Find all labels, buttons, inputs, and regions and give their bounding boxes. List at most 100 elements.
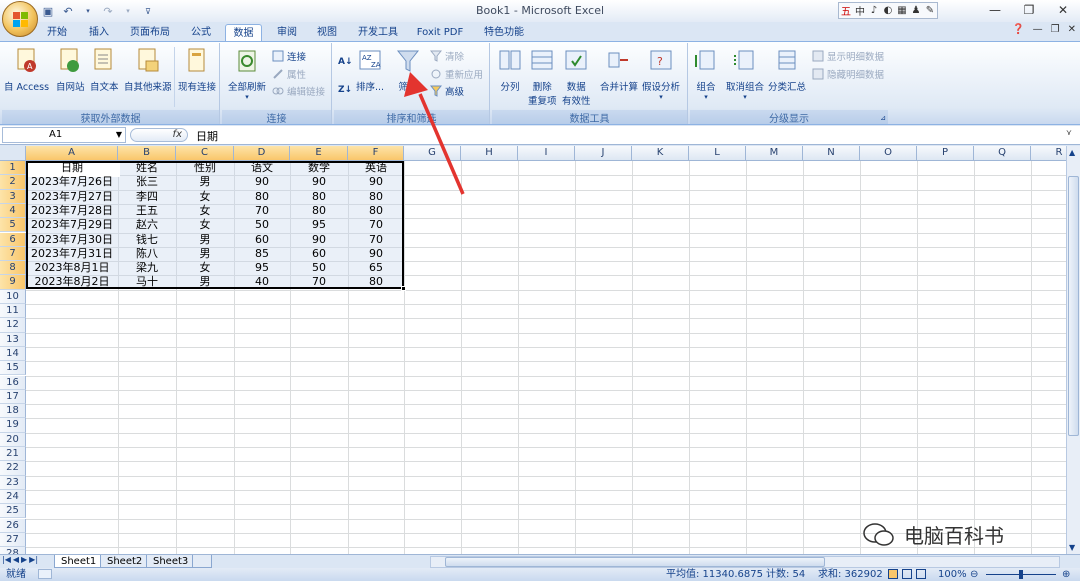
table-cell[interactable]: 95: [234, 261, 290, 275]
ime-icon[interactable]: 中: [853, 3, 867, 18]
dialog-launcher-icon[interactable]: ⊿: [880, 114, 886, 122]
row-header-23[interactable]: 23: [0, 475, 26, 490]
table-cell[interactable]: 2023年7月29日: [26, 218, 118, 232]
table-header-cell[interactable]: 英语: [348, 161, 404, 175]
column-header-e[interactable]: E: [290, 146, 348, 161]
row-header-6[interactable]: 6: [0, 232, 26, 247]
row-header-8[interactable]: 8: [0, 261, 26, 276]
table-header-cell[interactable]: 性别: [176, 161, 234, 175]
column-header-l[interactable]: L: [689, 146, 746, 161]
row-header-28[interactable]: 28: [0, 547, 26, 554]
advanced-filter-button[interactable]: 高级: [430, 84, 464, 98]
table-cell[interactable]: 70: [234, 204, 290, 218]
table-cell[interactable]: 陈八: [118, 247, 176, 261]
table-cell[interactable]: 2023年7月31日: [26, 247, 118, 261]
table-cell[interactable]: 90: [290, 175, 348, 189]
column-header-m[interactable]: M: [746, 146, 803, 161]
table-cell[interactable]: 60: [290, 247, 348, 261]
tab-data[interactable]: 数据: [225, 24, 262, 41]
worksheet-grid[interactable]: ABCDEFGHIJKLMNOPQR 1 2 3 4 5 6 7 8 9 10 11 12 13 14 15…: [0, 146, 1080, 554]
row-header-18[interactable]: 18: [0, 404, 26, 419]
sheet-tab-sheet2[interactable]: Sheet2: [100, 555, 150, 568]
table-cell[interactable]: 男: [176, 175, 234, 189]
clear-filter-button[interactable]: 清除: [430, 49, 464, 63]
row-header-7[interactable]: 7: [0, 246, 26, 262]
scroll-thumb[interactable]: [1068, 176, 1079, 436]
last-sheet-icon[interactable]: ▶|: [29, 555, 38, 564]
reapply-button[interactable]: 重新应用: [430, 67, 483, 81]
refresh-all-button[interactable]: 全部刷新 ▾: [228, 47, 266, 101]
table-cell[interactable]: 90: [348, 175, 404, 189]
table-cell[interactable]: 男: [176, 247, 234, 261]
row-header-4[interactable]: 4: [0, 203, 26, 219]
table-cell[interactable]: 2023年7月30日: [26, 233, 118, 247]
table-cell[interactable]: 李四: [118, 190, 176, 204]
row-header-22[interactable]: 22: [0, 461, 26, 476]
table-cell[interactable]: 70: [290, 275, 348, 289]
tab-view[interactable]: 视图: [310, 24, 344, 41]
scroll-thumb[interactable]: [445, 557, 825, 567]
close-icon[interactable]: ✕: [1046, 0, 1080, 20]
sort-button[interactable]: AZ ZA 排序...: [356, 47, 384, 93]
table-cell[interactable]: 80: [290, 204, 348, 218]
name-box[interactable]: A1 ▼: [2, 127, 126, 143]
table-cell[interactable]: 张三: [118, 175, 176, 189]
column-header-q[interactable]: Q: [974, 146, 1031, 161]
table-header-cell[interactable]: 姓名: [118, 161, 176, 175]
help-icon[interactable]: ❓: [1012, 24, 1024, 35]
existing-connections-button[interactable]: 现有连接: [178, 47, 216, 93]
row-header-20[interactable]: 20: [0, 432, 26, 447]
first-sheet-icon[interactable]: |◀: [2, 555, 11, 564]
column-header-f[interactable]: F: [348, 146, 404, 161]
sheet-tab-sheet1[interactable]: Sheet1: [54, 555, 104, 568]
tab-developer[interactable]: 开发工具: [352, 24, 404, 41]
zoom-slider-thumb[interactable]: [1019, 570, 1023, 579]
minimize-icon[interactable]: —: [978, 0, 1012, 20]
table-header-cell[interactable]: 语文: [234, 161, 290, 175]
ribbon-close-icon[interactable]: ✕: [1068, 24, 1076, 35]
remove-duplicates-button[interactable]: 删除 重复项: [528, 47, 557, 107]
row-header-21[interactable]: 21: [0, 447, 26, 462]
ime-icon[interactable]: ✎: [923, 3, 937, 18]
column-header-o[interactable]: O: [860, 146, 917, 161]
show-detail-button[interactable]: 显示明细数据: [812, 49, 884, 63]
table-cell[interactable]: 女: [176, 204, 234, 218]
row-header-27[interactable]: 27: [0, 532, 26, 548]
row-header-24[interactable]: 24: [0, 489, 26, 505]
row-header-12[interactable]: 12: [0, 318, 26, 333]
page-break-view-icon[interactable]: [916, 569, 926, 579]
table-cell[interactable]: 马十: [118, 275, 176, 289]
normal-view-icon[interactable]: [888, 569, 898, 579]
row-header-5[interactable]: 5: [0, 218, 26, 233]
column-header-b[interactable]: B: [118, 146, 176, 161]
hide-detail-button[interactable]: 隐藏明细数据: [812, 67, 884, 81]
row-header-17[interactable]: 17: [0, 389, 26, 405]
table-cell[interactable]: 70: [348, 233, 404, 247]
filter-button[interactable]: 筛选: [396, 47, 420, 93]
table-cell[interactable]: 50: [290, 261, 348, 275]
from-access-button[interactable]: A 自 Access: [4, 47, 49, 93]
subtotal-button[interactable]: 分类汇总: [768, 47, 806, 93]
table-cell[interactable]: 90: [348, 247, 404, 261]
table-cell[interactable]: 70: [348, 218, 404, 232]
horizontal-scrollbar[interactable]: [430, 556, 1060, 568]
text-to-columns-button[interactable]: 分列: [498, 47, 522, 93]
sheet-tab-sheet3[interactable]: Sheet3: [146, 555, 196, 568]
row-header-26[interactable]: 26: [0, 518, 26, 533]
connections-button[interactable]: 连接: [272, 49, 306, 63]
table-cell[interactable]: 60: [234, 233, 290, 247]
column-header-k[interactable]: K: [632, 146, 689, 161]
table-cell[interactable]: 2023年8月1日: [26, 261, 118, 275]
table-cell[interactable]: 80: [348, 190, 404, 204]
row-header-1[interactable]: 1: [0, 161, 26, 176]
office-button[interactable]: [2, 1, 38, 37]
tab-features[interactable]: 特色功能: [478, 24, 530, 41]
column-header-p[interactable]: P: [917, 146, 974, 161]
ime-icon[interactable]: 五: [839, 3, 853, 18]
chevron-down-icon[interactable]: ▼: [116, 128, 122, 142]
tab-home[interactable]: 开始: [40, 24, 74, 41]
table-cell[interactable]: 80: [234, 190, 290, 204]
zoom-level[interactable]: 100%: [938, 568, 967, 581]
ribbon-restore-icon[interactable]: ❐: [1051, 24, 1060, 35]
macro-record-icon[interactable]: [38, 569, 52, 579]
